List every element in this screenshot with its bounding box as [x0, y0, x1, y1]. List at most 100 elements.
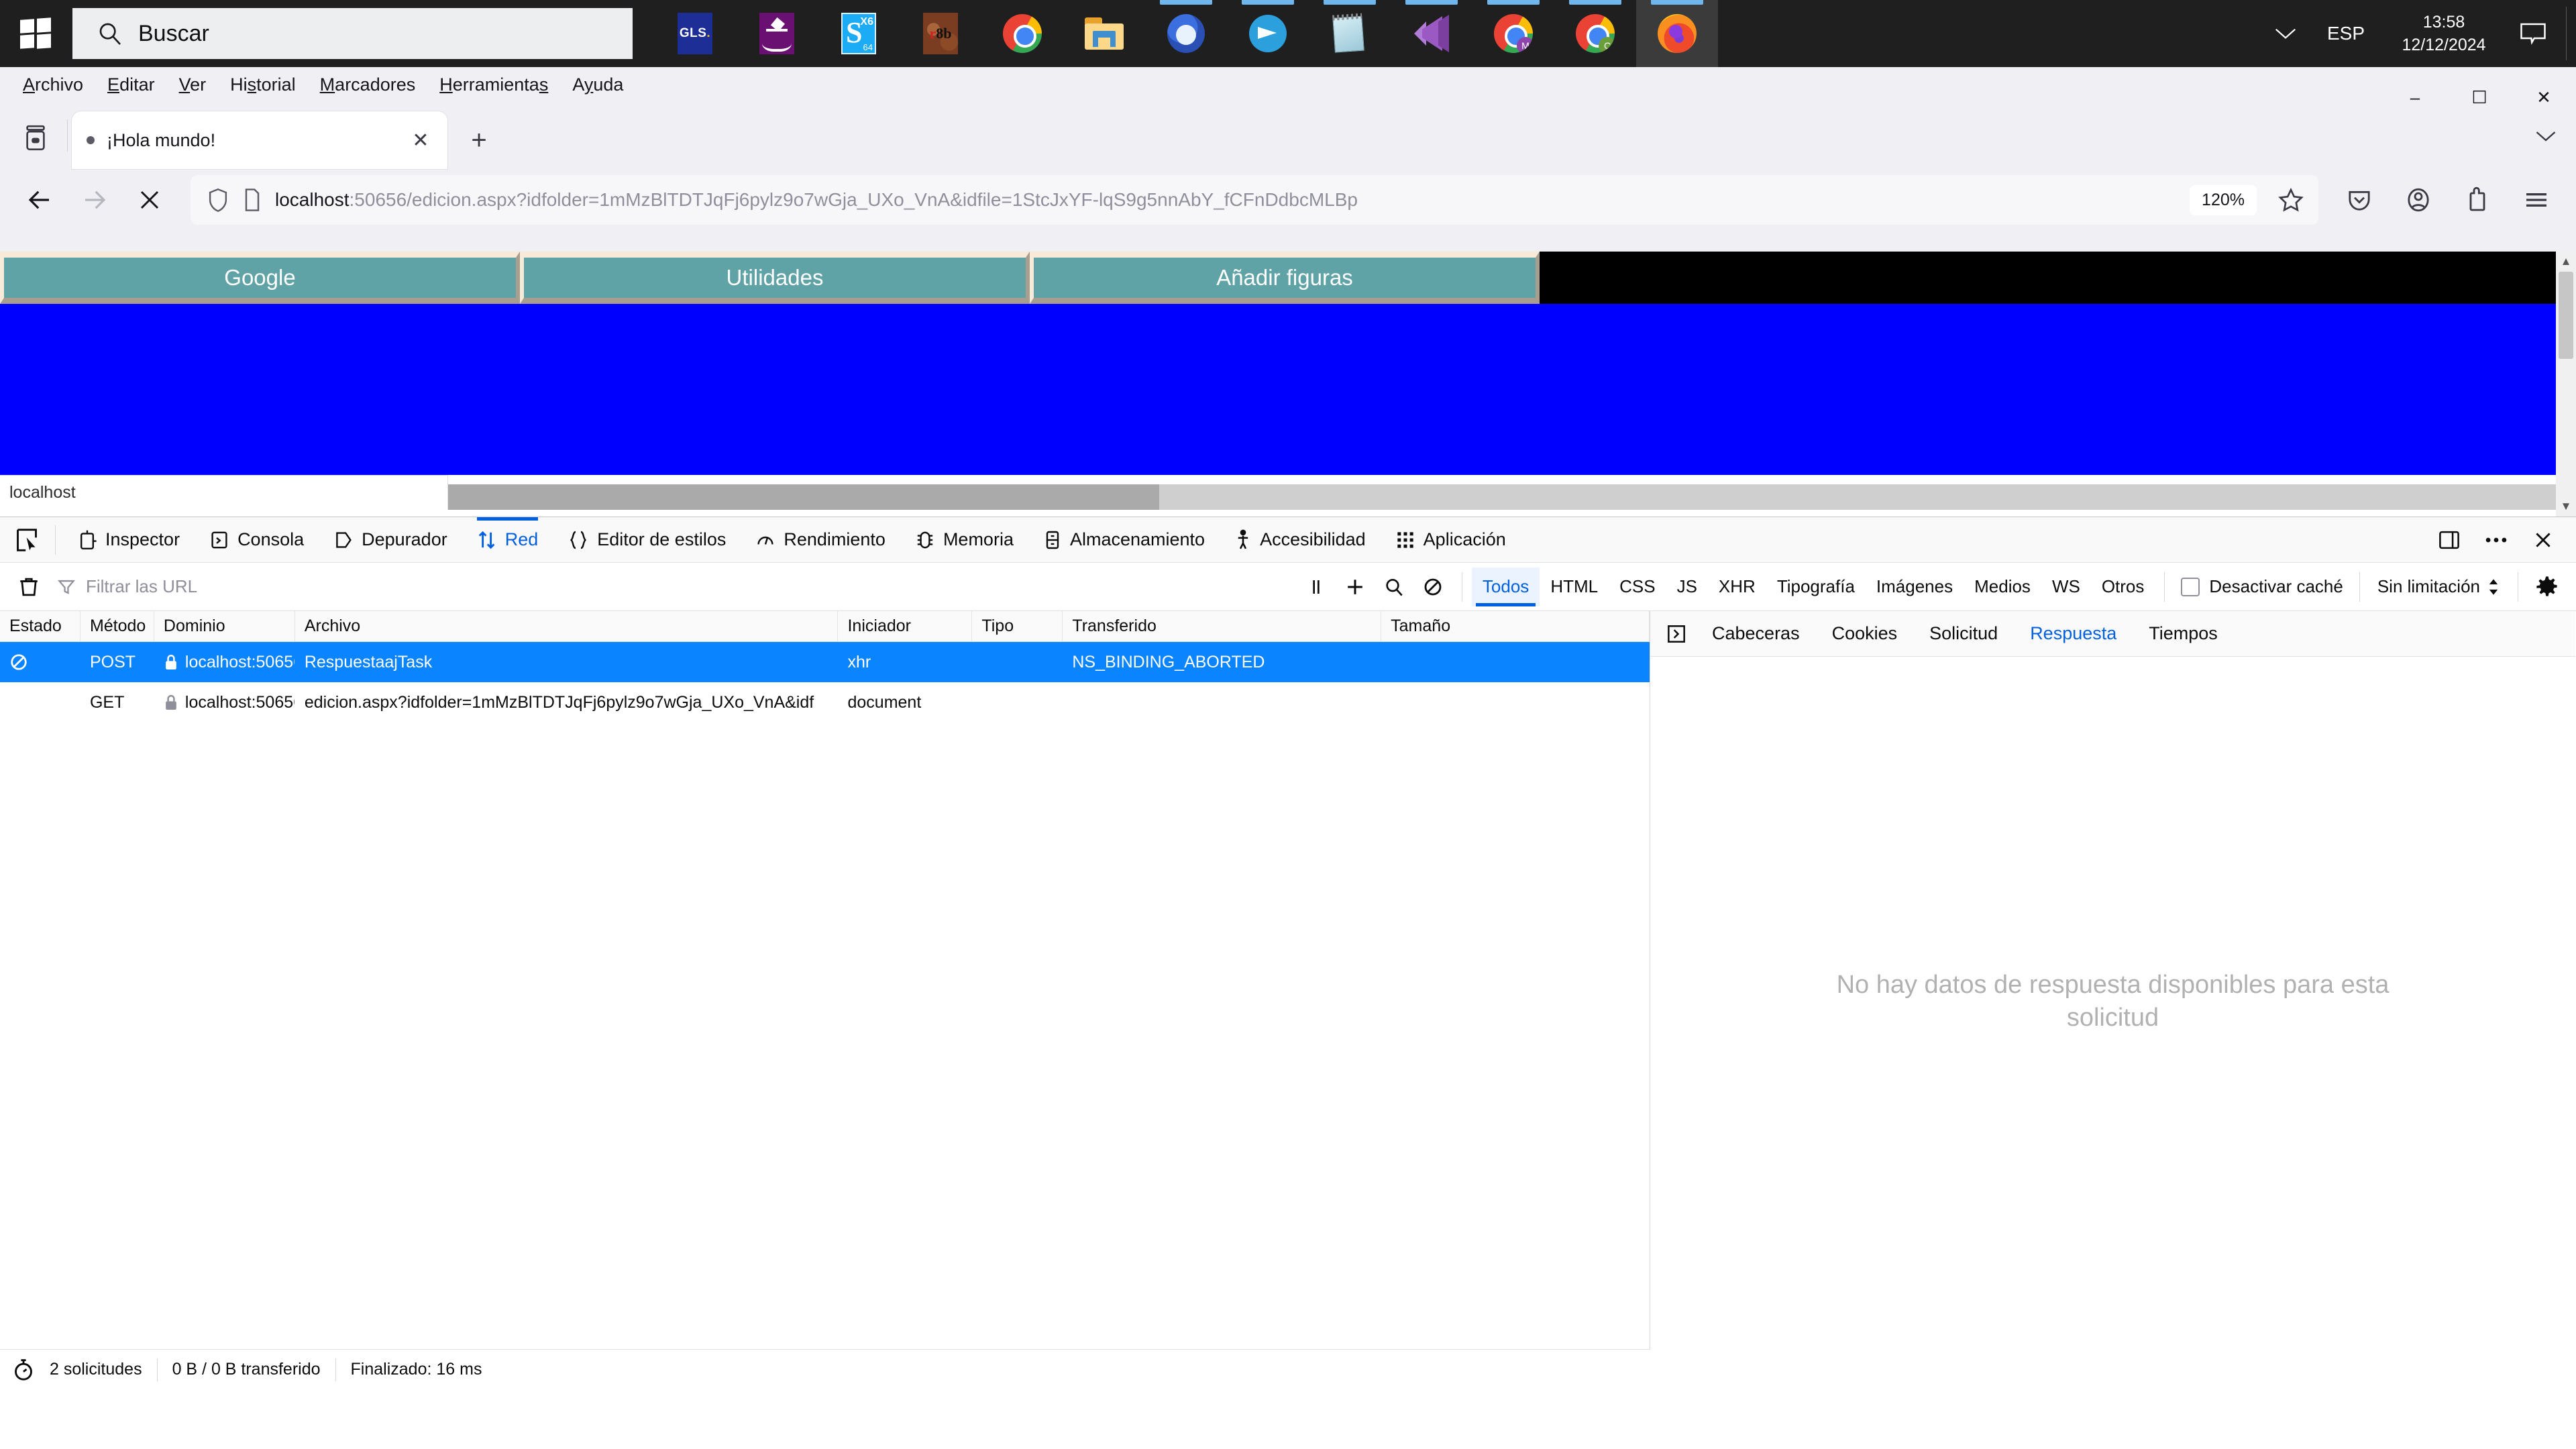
taskbar-app-chrome-profile-m[interactable]: M: [1472, 0, 1554, 67]
filter-urls-input[interactable]: Filtrar las URL: [48, 576, 1297, 597]
filter-xhr[interactable]: XHR: [1708, 568, 1766, 606]
stop-loading-button[interactable]: [125, 175, 174, 225]
new-tab-button[interactable]: +: [455, 117, 502, 164]
save-to-pocket-icon[interactable]: [2334, 175, 2384, 225]
table-row[interactable]: GET localhost:50656 edicion.aspx?idfolde…: [0, 682, 1650, 722]
bookmark-star-icon[interactable]: [2270, 179, 2312, 221]
taskbar-app-notepad[interactable]: [1309, 0, 1391, 67]
filter-html[interactable]: HTML: [1540, 568, 1609, 606]
filter-todos[interactable]: Todos: [1471, 567, 1540, 606]
menu-herramientas[interactable]: Herramientas: [427, 72, 560, 98]
block-requests-icon[interactable]: [1413, 568, 1452, 606]
close-tab-icon[interactable]: ✕: [409, 129, 433, 152]
taskbar-app-telegram[interactable]: [1227, 0, 1309, 67]
scroll-down-icon[interactable]: ▼: [2556, 496, 2576, 517]
maximize-button[interactable]: ☐: [2447, 67, 2512, 127]
tab-inspector[interactable]: Inspector: [62, 517, 195, 563]
filter-otros[interactable]: Otros: [2091, 568, 2155, 606]
tab-consola[interactable]: Consola: [195, 517, 319, 563]
filter-imagenes[interactable]: Imágenes: [1866, 568, 1964, 606]
menu-marcadores[interactable]: Marcadores: [308, 72, 428, 98]
shield-icon[interactable]: [207, 187, 229, 213]
details-tab-cookies[interactable]: Cookies: [1816, 611, 1914, 657]
horizontal-scrollbar-thumb[interactable]: [448, 484, 1159, 510]
taskbar-app-thunderbird[interactable]: [1145, 0, 1227, 67]
dock-position-icon[interactable]: [2428, 520, 2470, 560]
button-google[interactable]: Google: [0, 252, 520, 304]
menu-historial[interactable]: Historial: [218, 72, 308, 98]
col-header-tipo[interactable]: Tipo: [972, 610, 1063, 642]
page-info-icon[interactable]: [243, 188, 262, 212]
col-header-metodo[interactable]: Método: [80, 610, 154, 642]
url-bar[interactable]: localhost:50656/edicion.aspx?idfolder=1m…: [191, 175, 2318, 225]
clear-requests-icon[interactable]: [9, 568, 48, 606]
taskbar-search-input[interactable]: Buscar: [72, 8, 633, 59]
tab-memoria[interactable]: Memoria: [900, 517, 1028, 563]
network-settings-gear-icon[interactable]: [2528, 568, 2567, 606]
devtools-more-icon[interactable]: [2475, 520, 2517, 560]
element-picker-icon[interactable]: [5, 520, 48, 560]
throttling-select[interactable]: Sin limitación: [2369, 576, 2508, 597]
menu-ayuda[interactable]: Ayuda: [560, 72, 635, 98]
tab-red[interactable]: Red: [462, 517, 553, 563]
back-button[interactable]: [15, 175, 64, 225]
extensions-icon[interactable]: [2453, 175, 2502, 225]
minimize-button[interactable]: –: [2383, 67, 2447, 127]
col-header-tamano[interactable]: Tamaño: [1381, 610, 1650, 642]
filter-medios[interactable]: Medios: [1964, 568, 2041, 606]
tab-editor-de-estilos[interactable]: Editor de estilos: [553, 517, 741, 563]
details-tab-respuesta[interactable]: Respuesta: [2014, 611, 2133, 657]
filter-css[interactable]: CSS: [1609, 568, 1666, 606]
tab-hola-mundo[interactable]: ¡Hola mundo! ✕: [72, 111, 447, 169]
col-header-transferido[interactable]: Transferido: [1063, 610, 1382, 642]
horizontal-scrollbar[interactable]: [448, 484, 2556, 510]
menu-archivo[interactable]: AArchivorchivo: [11, 72, 95, 98]
details-tab-tiempos[interactable]: Tiempos: [2133, 611, 2234, 657]
tab-aplicacion[interactable]: Aplicación: [1381, 517, 1521, 563]
page-canvas[interactable]: [0, 304, 2576, 475]
col-header-dominio[interactable]: Dominio: [154, 610, 295, 642]
taskbar-app-r8b[interactable]: r8b: [900, 0, 981, 67]
start-button[interactable]: [0, 0, 71, 67]
col-header-estado[interactable]: Estado: [0, 610, 80, 642]
taskbar-app-purple[interactable]: [736, 0, 818, 67]
close-button[interactable]: ✕: [2512, 67, 2576, 127]
disable-cache-checkbox[interactable]: Desactivar caché: [2174, 576, 2349, 597]
col-header-iniciador[interactable]: Iniciador: [838, 610, 973, 642]
taskbar-app-sx6[interactable]: S X6 64: [818, 0, 900, 67]
tab-rendimiento[interactable]: Rendimiento: [741, 517, 900, 563]
filter-tipografia[interactable]: Tipografía: [1766, 568, 1866, 606]
zoom-level-badge[interactable]: 120%: [2190, 184, 2257, 215]
details-tab-solicitud[interactable]: Solicitud: [1913, 611, 2014, 657]
show-hidden-icons-button[interactable]: [2263, 25, 2308, 42]
pause-requests-icon[interactable]: [1297, 568, 1336, 606]
language-indicator[interactable]: ESP: [2308, 23, 2383, 44]
button-anadir-figuras[interactable]: Añadir figuras: [1030, 252, 1540, 304]
scroll-up-icon[interactable]: ▲: [2556, 252, 2576, 272]
search-requests-icon[interactable]: [1375, 568, 1413, 606]
filter-js[interactable]: JS: [1666, 568, 1708, 606]
clock[interactable]: 13:58 12/12/2024: [2383, 11, 2504, 56]
taskbar-app-visual-studio[interactable]: [1391, 0, 1472, 67]
taskbar-app-chrome-profile-c[interactable]: C: [1554, 0, 1636, 67]
col-header-archivo[interactable]: Archivo: [295, 610, 839, 642]
notifications-button[interactable]: [2504, 21, 2562, 46]
account-icon[interactable]: [2394, 175, 2443, 225]
table-row[interactable]: POST localhost:50656 RespuestaajTask xhr…: [0, 642, 1650, 682]
taskbar-app-file-explorer[interactable]: [1063, 0, 1145, 67]
forward-button[interactable]: [70, 175, 119, 225]
app-menu-icon[interactable]: [2512, 175, 2561, 225]
list-all-tabs-icon[interactable]: [5, 109, 66, 166]
taskbar-app-gls[interactable]: GLS: [654, 0, 736, 67]
tab-accesibilidad[interactable]: Accesibilidad: [1220, 517, 1381, 563]
devtools-close-icon[interactable]: [2522, 520, 2564, 560]
tab-depurador[interactable]: Depurador: [319, 517, 462, 563]
filter-ws[interactable]: WS: [2041, 568, 2091, 606]
expand-panel-icon[interactable]: [1657, 614, 1696, 653]
tab-almacenamiento[interactable]: Almacenamiento: [1028, 517, 1220, 563]
taskbar-app-chrome[interactable]: [981, 0, 1063, 67]
menu-ver[interactable]: Ver: [167, 72, 219, 98]
vertical-scrollbar[interactable]: ▲ ▼: [2556, 252, 2576, 517]
taskbar-app-firefox[interactable]: [1636, 0, 1718, 67]
details-tab-cabeceras[interactable]: Cabeceras: [1696, 611, 1816, 657]
